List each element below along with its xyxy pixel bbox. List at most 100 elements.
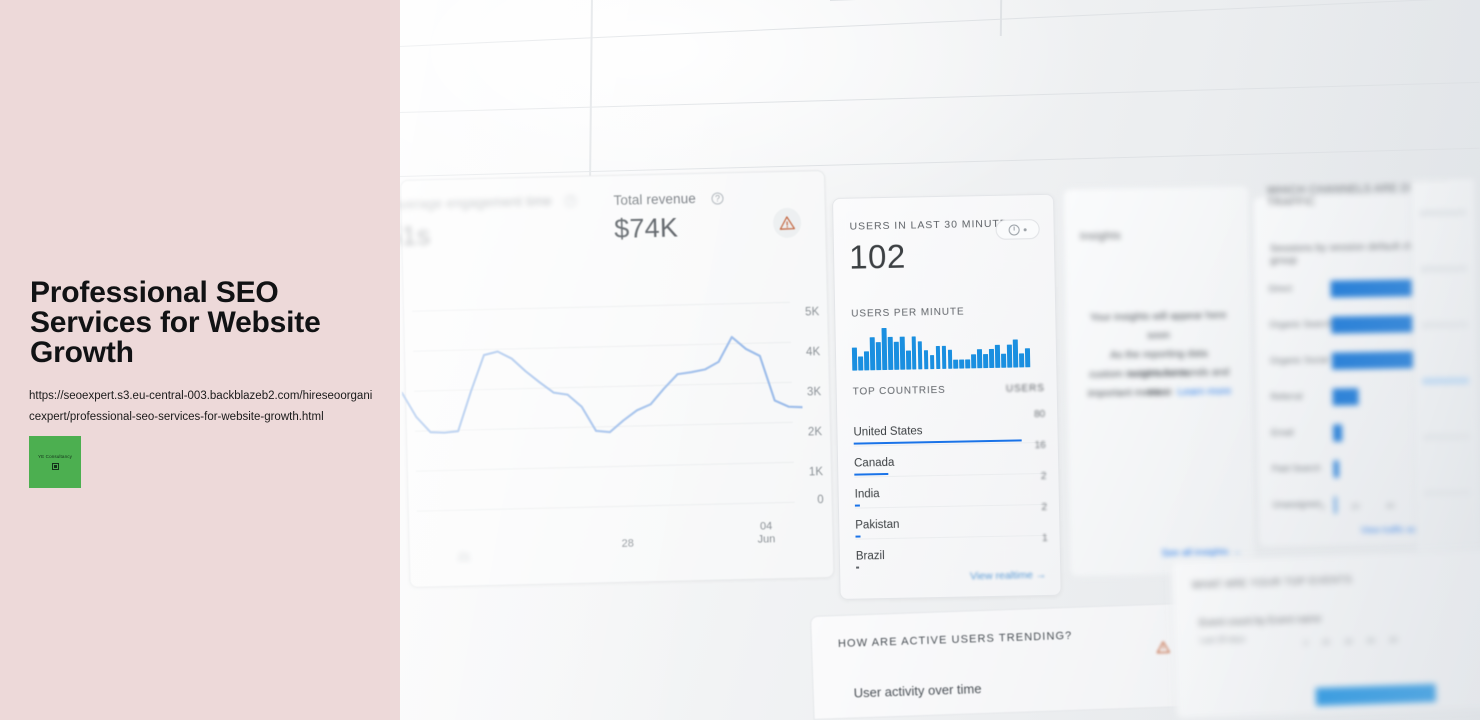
bar (1001, 353, 1007, 368)
country-users: 80 (1033, 408, 1046, 421)
bar (917, 341, 923, 370)
placeholder-strip (1422, 377, 1470, 385)
page-url[interactable]: https://seoexpert.s3.eu-central-003.back… (29, 386, 374, 428)
bar (1025, 348, 1031, 368)
insights-line-4: important metrics · Learn more (1082, 382, 1236, 404)
brand-logo-label: YE Consultancy (37, 454, 73, 459)
y-tick: 4K (805, 346, 821, 359)
help-circle-icon[interactable]: ? (711, 192, 724, 205)
channel-label: Referral (1270, 391, 1303, 402)
revenue-alert-badge[interactable] (772, 207, 802, 239)
y-tick: 0 (817, 494, 824, 507)
realtime-user-count: 102 (848, 237, 907, 276)
insights-line-1: Your insights will appear here soon (1089, 309, 1227, 342)
bar (977, 349, 983, 369)
country-name: United States (853, 425, 923, 439)
x-tick: 28 (621, 537, 635, 550)
warning-triangle-icon[interactable] (1156, 640, 1171, 654)
placeholder-strip (1421, 321, 1469, 329)
bar (971, 354, 977, 369)
top-countries-label: TOP COUNTRIES (852, 384, 946, 398)
help-circle-icon[interactable]: ? (564, 194, 577, 208)
y-tick: 2K (807, 426, 823, 439)
bar (953, 359, 959, 369)
events-chart-subtitle: Last 28 days (1199, 634, 1246, 646)
channel-bar (1332, 388, 1359, 406)
country-users: 2 (1040, 470, 1047, 483)
bar (947, 350, 953, 369)
bar (1007, 344, 1013, 368)
bar (935, 345, 941, 370)
x-tick: 0 (1303, 640, 1309, 648)
side-panel-card (1410, 178, 1480, 580)
users-column-label: USERS (1005, 382, 1045, 395)
channel-label: Email (1271, 427, 1294, 438)
events-bar (1315, 683, 1437, 706)
revenue-line-series (400, 335, 804, 434)
placeholder-strip (1422, 433, 1471, 441)
country-users: 16 (1034, 439, 1046, 452)
bar (941, 345, 947, 369)
placeholder-strip (1419, 209, 1467, 217)
events-axis: 0 2K 4K 6K 8K (1304, 637, 1398, 647)
placeholder-strip (1420, 265, 1468, 273)
channel-label: Unassigned (1272, 498, 1321, 510)
y-tick: 5K (805, 306, 820, 319)
y-tick: 1K (808, 466, 824, 479)
insights-card: Insights Your insights will appear here … (1062, 184, 1257, 578)
channel-label: Organic Search (1269, 318, 1332, 330)
trending-chart-title: User activity over time (853, 681, 982, 701)
bar (959, 359, 965, 369)
country-row[interactable]: Pakistan 2 (855, 502, 1048, 540)
bar (1019, 353, 1025, 368)
country-row[interactable]: Brazil 1 (855, 533, 1048, 569)
analytics-dashboard-photo: Average engagement time ? 51s Total reve… (400, 0, 1480, 720)
country-bar (854, 504, 860, 507)
insights-header: Insights (1079, 229, 1122, 243)
active-users-trending-card: HOW ARE ACTIVE USERS TRENDING? User acti… (810, 602, 1214, 720)
country-name: India (854, 488, 880, 501)
x-tick: 8K (1389, 637, 1399, 645)
country-users: 1 (1041, 532, 1048, 545)
bar (965, 359, 971, 369)
realtime-users-card: USERS IN LAST 30 MINUTES 102 USERS PER M… (832, 193, 1062, 600)
country-row[interactable]: Canada 16 (854, 440, 1047, 478)
realtime-range-button[interactable] (995, 219, 1040, 240)
placeholder-strip (1423, 489, 1471, 497)
events-chart-title: Event count by Event name (1199, 613, 1322, 630)
bar (869, 337, 876, 371)
bar (929, 355, 935, 370)
bar (893, 341, 899, 370)
x-tick: 20 (1350, 502, 1360, 512)
channel-bar (1333, 460, 1339, 478)
clock-icon (1008, 223, 1020, 236)
bar (995, 344, 1001, 368)
country-name: Brazil (855, 550, 885, 563)
revenue-metric-value: $74K (613, 212, 679, 244)
bar (1012, 339, 1019, 368)
country-row[interactable]: India 2 (854, 471, 1047, 509)
users-per-minute-label: USERS PER MINUTE (851, 306, 965, 320)
brand-logo[interactable]: YE Consultancy (29, 436, 81, 488)
left-info-panel: Professional SEO Services for Website Gr… (0, 0, 400, 720)
x-tick: 0 (1320, 502, 1325, 512)
users-per-minute-chart (851, 325, 1031, 371)
bar (851, 347, 858, 371)
top-countries-header: TOP COUNTRIES USERS (853, 383, 1045, 398)
engagement-metric-value: 51s (400, 220, 431, 252)
bar (905, 350, 911, 370)
x-tick: 21 (457, 551, 471, 564)
insights-learn-more-link[interactable]: Learn more (1178, 385, 1232, 398)
channel-label: Organic Social (1269, 354, 1329, 366)
channel-label: Direct (1268, 283, 1293, 294)
revenue-metric-label: Total revenue (613, 191, 697, 208)
bar (863, 351, 870, 371)
warning-triangle-icon (779, 216, 795, 230)
country-row[interactable]: United States 80 (853, 409, 1046, 447)
x-tick: 40 (1385, 501, 1395, 511)
bar (923, 350, 929, 370)
top-events-card: WHAT ARE YOUR TOP EVENTS Event count by … (1170, 548, 1480, 720)
view-realtime-link[interactable]: View realtime → (970, 569, 1046, 582)
logo-mark-icon (51, 463, 59, 470)
x-tick: 2K (1321, 639, 1331, 647)
